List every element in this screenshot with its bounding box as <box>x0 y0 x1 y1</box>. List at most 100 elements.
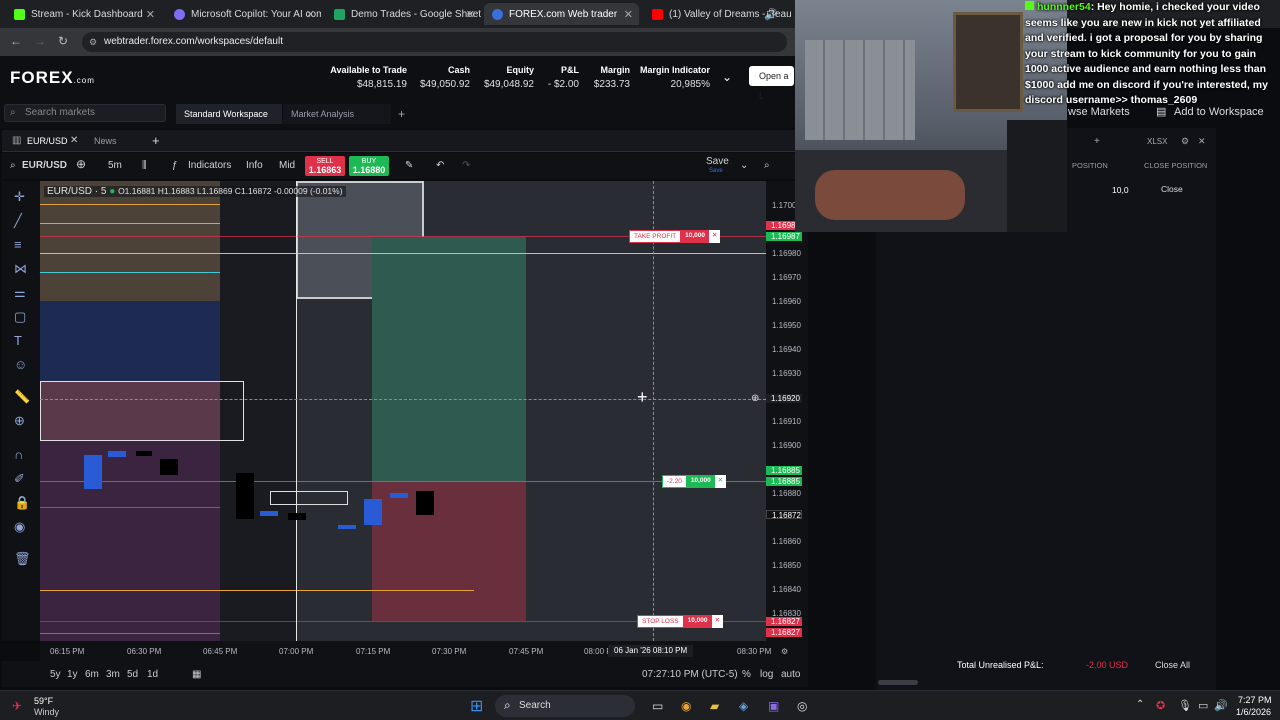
crosshair-icon[interactable]: ✛ <box>14 189 25 205</box>
back-icon[interactable]: ← <box>10 34 22 48</box>
search-icon[interactable]: ⌕ <box>10 160 16 171</box>
indicators-button[interactable]: Indicators <box>188 160 231 171</box>
close-icon[interactable]: ✕ <box>709 230 721 243</box>
tab-eurusd[interactable]: EUR/USD <box>27 136 68 146</box>
site-info-icon[interactable]: ⚙ <box>89 32 97 52</box>
weather-desc[interactable]: Windy <box>34 707 59 717</box>
taskbar-search[interactable]: ⌕ Search <box>495 695 635 717</box>
mic-icon[interactable]: 🎙 <box>1178 699 1192 712</box>
chevron-up-icon[interactable]: ⌃ <box>1136 699 1144 710</box>
log-toggle[interactable]: log <box>760 669 773 680</box>
browser-tab[interactable]: (1) Valley of Dreams - Beau 🔊 <box>644 3 794 25</box>
text-icon[interactable]: T <box>14 333 22 348</box>
range-1d[interactable]: 1d <box>147 669 158 680</box>
search-input[interactable]: ⌕ Search markets <box>4 104 166 122</box>
percent-toggle[interactable]: % <box>742 669 751 680</box>
candles-icon[interactable]: ⫼ <box>142 160 147 171</box>
buy-button[interactable]: BUY 1.16880 <box>349 156 389 176</box>
trendline-icon[interactable]: ╱ <box>14 213 22 229</box>
scrollbar[interactable] <box>878 680 918 685</box>
settings-icon[interactable]: ⚙ <box>1181 136 1189 147</box>
auto-toggle[interactable]: auto <box>781 669 800 680</box>
tab-standard-workspace[interactable]: Standard Workspace <box>176 104 282 124</box>
browser-tab[interactable]: Stream - Kick Dashboard ✕ <box>6 3 161 25</box>
range-6m[interactable]: 6m <box>85 669 99 680</box>
redo-icon[interactable]: ↷ <box>462 160 470 171</box>
close-icon[interactable]: ✕ <box>70 135 78 146</box>
eye-icon[interactable]: ◉ <box>14 519 25 535</box>
clock-date[interactable]: 1/6/2026 <box>1236 707 1271 717</box>
tray-app-icon[interactable]: ✪ <box>1156 699 1165 712</box>
price-axis[interactable]: 1.17000 1.16980 1.16970 1.16960 1.16950 … <box>766 181 808 641</box>
range-3m[interactable]: 3m <box>106 669 120 680</box>
ruler-icon[interactable]: 📏 <box>14 389 30 405</box>
clock-time[interactable]: 7:27 PM <box>1238 695 1272 705</box>
take-profit-label[interactable]: TAKE PROFIT 10,000 ✕ <box>629 230 721 243</box>
lock-icon[interactable]: 🔒 <box>14 495 30 511</box>
position-label[interactable]: -2.20 10,000 ✕ <box>662 475 727 488</box>
file-explorer-icon[interactable]: ▰ <box>710 699 719 713</box>
obs-icon[interactable]: ◎ <box>797 699 807 713</box>
add-icon[interactable]: + <box>1094 136 1100 147</box>
close-all-button[interactable]: Close All <box>1155 660 1190 670</box>
sell-button[interactable]: SELL 1.16863 <box>305 156 345 176</box>
save-button[interactable]: Save <box>706 156 729 167</box>
close-icon[interactable]: ✕ <box>624 8 633 21</box>
url-field[interactable]: ⚙ webtrader.forex.com/workspaces/default <box>82 32 787 52</box>
steam-icon[interactable]: ◈ <box>739 699 748 713</box>
price-chart[interactable]: + ⊕ EUR/USD · 5 ● O1.16881 H1.16883 L1.1… <box>40 181 766 641</box>
browser-tab[interactable]: Microsoft Copilot: Your AI com ✕ <box>166 3 321 25</box>
emoji-icon[interactable]: ☺ <box>14 357 27 372</box>
add-compare-icon[interactable]: ⊕ <box>76 157 86 171</box>
close-icon[interactable]: ✕ <box>711 615 723 628</box>
zoom-icon[interactable]: ⊕ <box>14 413 25 429</box>
forex-logo[interactable]: FOREX.com <box>10 68 95 88</box>
undo-icon[interactable]: ↶ <box>436 160 444 171</box>
export-xlsx-button[interactable]: XLSX <box>1147 137 1167 146</box>
range-5y[interactable]: 5y <box>50 669 61 680</box>
add-alert-icon[interactable]: ⊕ <box>751 393 759 404</box>
close-icon[interactable]: ✕ <box>146 8 155 21</box>
draw-mode-icon[interactable]: ✐ <box>14 471 25 487</box>
chrome-icon[interactable]: ◉ <box>681 699 691 713</box>
close-icon[interactable]: ✕ <box>306 8 315 21</box>
speaker-icon[interactable]: 🔊 <box>1214 699 1228 712</box>
range-1y[interactable]: 1y <box>67 669 78 680</box>
settings-icon[interactable]: ⚙ <box>781 647 788 656</box>
fib-icon[interactable]: ≡ <box>14 237 22 252</box>
magnet-icon[interactable]: ∩ <box>14 447 23 462</box>
browser-tab[interactable]: Demo Trades - Google Sheets ✕ <box>326 3 481 25</box>
mid-button[interactable]: Mid <box>279 160 295 171</box>
open-account-button[interactable]: Open a L <box>749 66 794 101</box>
close-icon[interactable]: ✕ <box>1198 136 1206 147</box>
forecast-icon[interactable]: ⚌ <box>14 285 26 301</box>
close-position-button[interactable]: Close <box>1161 184 1183 194</box>
forward-icon[interactable]: → <box>34 34 46 48</box>
monitor-icon[interactable]: ▭ <box>1198 699 1208 712</box>
chevron-down-icon[interactable]: ⌄ <box>722 70 732 84</box>
weather-temp[interactable]: 59°F <box>34 696 53 706</box>
screenshot-icon[interactable]: ⌕ <box>764 160 770 171</box>
tab-market-analysis[interactable]: Market Analysis <box>283 104 391 124</box>
close-icon[interactable]: ✕ <box>466 8 475 21</box>
reload-icon[interactable]: ↻ <box>58 34 68 48</box>
rectangle-icon[interactable]: ▢ <box>14 309 26 325</box>
time-axis[interactable]: 06:15 PM 06:30 PM 06:45 PM 07:00 PM 07:1… <box>40 641 808 661</box>
interval-selector[interactable]: 5m <box>108 160 122 171</box>
task-view-icon[interactable]: ▭ <box>652 699 663 713</box>
tab-news[interactable]: News <box>94 136 117 146</box>
close-icon[interactable]: ✕ <box>714 475 727 488</box>
symbol-selector[interactable]: EUR/USD <box>22 160 67 171</box>
info-button[interactable]: Info <box>246 160 263 171</box>
browser-tab-active[interactable]: FOREX.com Web trader ✕ <box>484 3 639 25</box>
trash-icon[interactable]: 🗑 <box>14 551 31 567</box>
premiere-icon[interactable]: ▣ <box>768 699 779 713</box>
pattern-icon[interactable]: ⋈ <box>14 261 27 277</box>
speaker-icon[interactable]: 🔊 <box>764 8 778 21</box>
windows-start-icon[interactable]: ⊞ <box>470 696 483 716</box>
range-5d[interactable]: 5d <box>127 669 138 680</box>
add-workspace-icon[interactable]: + <box>398 107 405 121</box>
add-panel-icon[interactable]: + <box>152 133 160 148</box>
pencil-icon[interactable]: ✎ <box>405 160 413 171</box>
stop-loss-label[interactable]: STOP LOSS 10,000 ✕ <box>637 615 723 628</box>
